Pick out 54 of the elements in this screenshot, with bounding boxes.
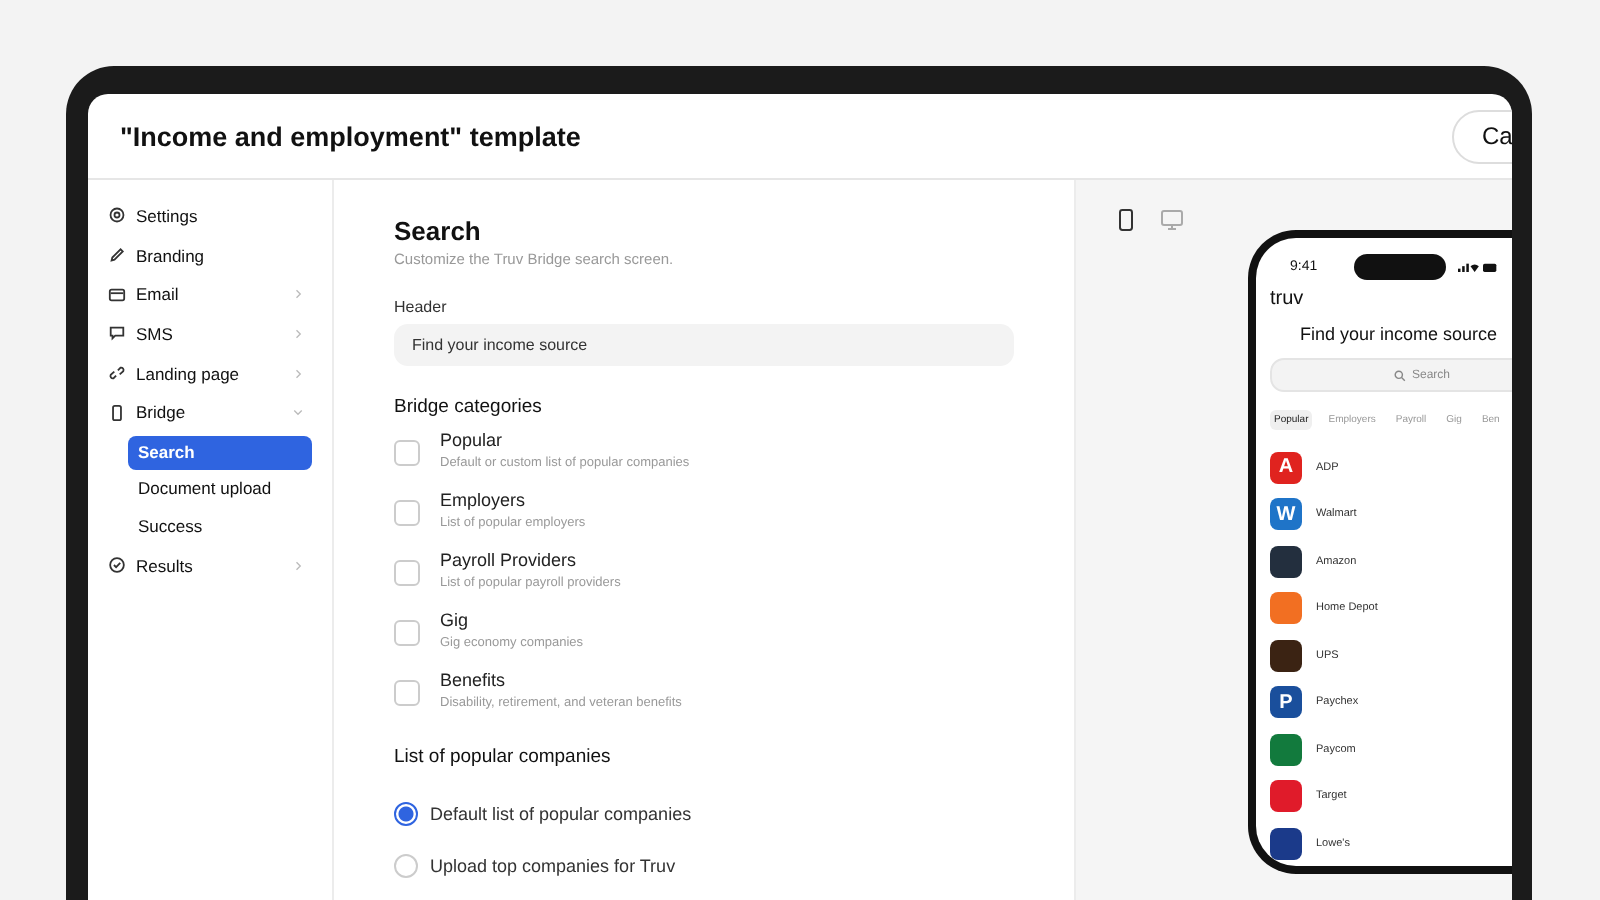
sidebar-label: SMS — [136, 323, 175, 344]
category-name: Benefits — [440, 670, 508, 690]
checkbox[interactable] — [394, 500, 420, 526]
cancel-button[interactable]: Ca — [1452, 109, 1512, 163]
envelope-icon — [108, 285, 126, 304]
sidebar-label: Email — [136, 284, 181, 305]
category-name: Popular — [440, 430, 505, 450]
phone-icon[interactable] — [1114, 208, 1138, 232]
sidebar-label: Landing page — [136, 363, 242, 384]
radio-label: Upload top companies for Truv — [430, 856, 676, 876]
group-title: List of popular companies — [394, 746, 613, 768]
sidebar-item[interactable]: Landing page — [88, 353, 332, 393]
logo-text: truv — [1270, 288, 1306, 310]
sidebar-label: Settings — [136, 205, 200, 226]
link-icon — [108, 364, 126, 383]
status-icons — [1458, 259, 1498, 273]
sidebar-label: Branding — [136, 245, 207, 266]
pen-icon — [108, 246, 126, 265]
field-label: Header — [394, 298, 449, 316]
sidebar-label: Results — [136, 555, 195, 576]
group-title: Bridge categories — [394, 396, 544, 418]
category-name: Gig — [440, 610, 471, 630]
camera-notch — [1354, 253, 1446, 279]
submenu-item[interactable]: Document upload — [128, 472, 312, 507]
sidebar-item[interactable]: Bridge — [88, 392, 332, 433]
window-title: "Income and employment" template — [120, 121, 581, 151]
sidebar-item[interactable]: Email — [88, 274, 332, 315]
sidebar-item[interactable]: SMS — [88, 314, 332, 354]
settings-icon — [108, 206, 126, 225]
radio-label: Default list of popular companies — [430, 804, 692, 824]
chat-bubble-icon — [108, 324, 126, 343]
submenu-item[interactable]: Success — [128, 509, 312, 544]
checkbox[interactable] — [394, 440, 420, 466]
sidebar-item[interactable]: Results — [88, 546, 332, 586]
search-icon — [1393, 369, 1406, 381]
company-logo-icon: P — [1270, 686, 1302, 719]
checkbox[interactable] — [394, 560, 420, 586]
checkbox[interactable] — [394, 620, 420, 646]
company-logo-icon: W — [1270, 498, 1302, 531]
sidebar-label: Bridge — [136, 402, 188, 423]
phone-heading: Find your income source — [1300, 324, 1500, 344]
check-circle-icon — [108, 556, 126, 575]
phone-icon — [108, 403, 126, 422]
sidebar-item[interactable]: Settings — [88, 196, 332, 236]
sidebar-item[interactable]: Branding — [88, 235, 332, 275]
monitor-icon[interactable] — [1160, 208, 1184, 232]
header-input-field[interactable]: Find your income source — [394, 324, 1014, 366]
section-title: Search — [394, 216, 483, 246]
radio-button[interactable] — [394, 802, 418, 826]
checkbox[interactable] — [394, 680, 420, 706]
submenu-item[interactable]: Search — [128, 435, 312, 470]
company-logo-icon: A — [1270, 451, 1302, 484]
category-name: Payroll Providers — [440, 550, 579, 570]
category-name: Employers — [440, 490, 528, 510]
